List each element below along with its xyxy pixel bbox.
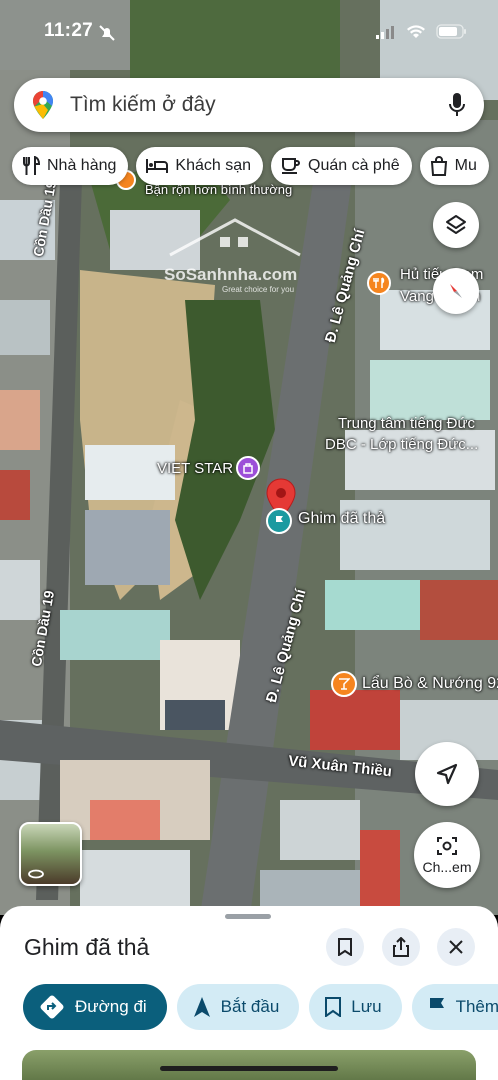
my-location-button[interactable] [415, 742, 479, 806]
start-label: Bắt đầu [220, 997, 280, 1016]
fork-knife-icon [23, 156, 40, 175]
360-icon [28, 869, 44, 879]
search-bar[interactable]: Tìm kiếm ở đây [14, 78, 484, 132]
compass-button[interactable] [433, 268, 479, 314]
place-label-dropped-pin: Ghim đã thả [298, 510, 386, 527]
viet-star-poi-marker[interactable] [236, 456, 260, 480]
lens-label: Ch...em [422, 859, 472, 875]
action-buttons: Đường đi Bắt đầu Lưu Thêm [23, 984, 498, 1030]
chip-label: Quán cà phê [308, 157, 400, 174]
chip-shopping[interactable]: Mu [419, 147, 489, 185]
chip-label: Mu [454, 157, 477, 174]
house-logo-icon [169, 218, 301, 257]
status-time: 11:27 [44, 20, 94, 41]
place-label-viet-star: VIET STAR [157, 460, 234, 477]
shopping-bag-icon [430, 156, 447, 176]
lens-icon [437, 837, 457, 855]
place-label-duc-center-1: Trung tâm tiếng Đức [338, 415, 476, 432]
signal-icon [376, 25, 394, 39]
cocktail-icon [339, 678, 350, 690]
close-icon [449, 940, 463, 954]
map-view[interactable]: SoSanhnha.com Great choice for you Bận r… [0, 0, 498, 915]
category-chips: Nhà hàng Khách sạn Quán cà phê Mu [12, 147, 498, 185]
bell-off-icon [99, 25, 115, 41]
close-button[interactable] [437, 928, 475, 966]
share-icon [393, 937, 409, 957]
chip-restaurants[interactable]: Nhà hàng [12, 147, 129, 185]
chip-hotels[interactable]: Khách sạn [136, 147, 263, 185]
bed-icon [146, 159, 169, 173]
fork-knife-icon [373, 277, 385, 288]
coffee-cup-icon [282, 158, 300, 174]
sheet-title: Ghim đã thả [24, 934, 150, 960]
chip-cafes[interactable]: Quán cà phê [271, 147, 412, 185]
add-label-label: Thêm [455, 997, 498, 1016]
pin-location-badge [266, 508, 292, 534]
directions-icon [40, 995, 64, 1019]
status-bar: 11:27 [0, 0, 498, 62]
navigation-arrow-icon [193, 997, 210, 1017]
street-view-thumbnail[interactable] [19, 822, 82, 886]
home-indicator[interactable] [160, 1066, 338, 1071]
bar-poi-marker[interactable] [331, 671, 357, 697]
lens-button[interactable]: Ch...em [414, 822, 480, 888]
bookmark-icon [338, 938, 352, 956]
restaurant-poi-marker[interactable] [367, 271, 391, 295]
layers-button[interactable] [433, 202, 479, 248]
place-photo[interactable] [22, 1050, 476, 1080]
watermark-name: SoSanhnha.com [164, 265, 298, 284]
chip-label: Khách sạn [175, 157, 251, 174]
compass-icon [450, 284, 462, 298]
wifi-icon [407, 24, 425, 38]
watermark-tagline: Great choice for you [222, 285, 295, 294]
save-button[interactable]: Lưu [309, 984, 402, 1030]
bookmark-icon [325, 997, 342, 1017]
navigation-arrow-icon [436, 763, 458, 785]
flag-icon [276, 516, 283, 526]
shop-icon [243, 463, 253, 474]
directions-button[interactable]: Đường đi [23, 984, 167, 1030]
place-label-duc-center-2: DBC - Lớp tiếng Đức... [325, 436, 479, 453]
battery-icon [436, 24, 466, 39]
place-label-lau-bo: Lẩu Bò & Nướng 92 [362, 675, 498, 692]
search-placeholder: Tìm kiếm ở đây [70, 93, 216, 116]
directions-label: Đường đi [75, 997, 147, 1016]
share-button[interactable] [382, 928, 420, 966]
drag-handle[interactable] [225, 914, 271, 919]
save-icon-button[interactable] [326, 928, 364, 966]
layers-icon [446, 215, 466, 234]
place-bottom-sheet[interactable]: Ghim đã thả Đường đi Bắt đầu Lưu Thêm [0, 906, 498, 1080]
flag-icon [429, 998, 444, 1016]
microphone-icon[interactable] [448, 92, 466, 118]
add-label-button[interactable]: Thêm [411, 984, 498, 1030]
start-button[interactable]: Bắt đầu [176, 984, 300, 1030]
watermark: SoSanhnha.com Great choice for you [160, 215, 310, 295]
status-icons [376, 24, 468, 39]
save-label: Lưu [351, 997, 382, 1016]
google-maps-pin-icon [33, 91, 53, 119]
chip-label: Nhà hàng [47, 157, 117, 174]
